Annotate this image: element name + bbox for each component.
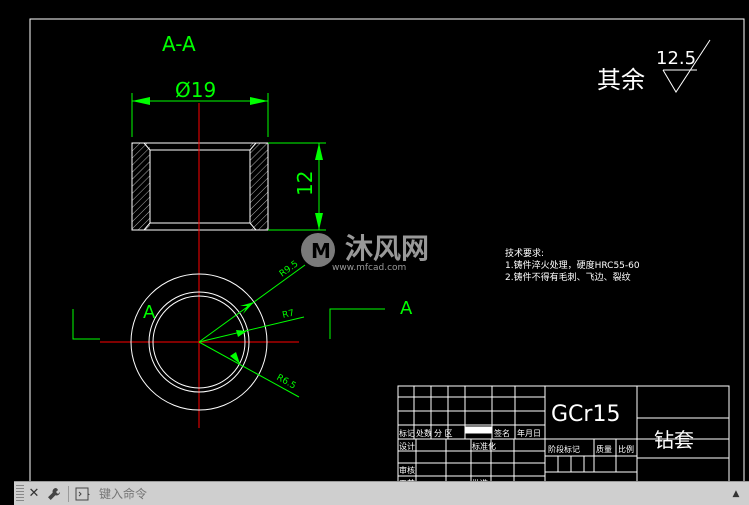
grip-handle[interactable] [16, 484, 24, 503]
tb-sheji: 设计 [399, 441, 415, 451]
watermark-url: www.mfcad.com [332, 263, 406, 273]
tb-biaoji: 标记 [399, 428, 415, 438]
tb-jieduan: 阶段标记 [548, 444, 580, 454]
surface-roughness: 其余 12.5 [597, 39, 711, 94]
tech-req-title: 技术要求: [505, 247, 544, 259]
material-label: GCr15 [551, 402, 620, 427]
section-title: A-A [162, 32, 196, 56]
tech-req-line2: 2.铸件不得有毛刺、飞边、裂纹 [505, 271, 631, 283]
roughness-value: 12.5 [656, 48, 696, 69]
tb-qianming: 签名 [494, 428, 510, 438]
tb-zhiliang: 质量 [596, 444, 612, 454]
diameter-dimension: Ø19 [131, 78, 269, 137]
command-line-bar: ✕ ▲ [14, 481, 749, 505]
command-prompt-icon[interactable] [73, 484, 93, 504]
height-dimension: 12 [268, 142, 326, 231]
expand-arrow-icon[interactable]: ▲ [729, 487, 743, 501]
part-name: 钻套 [654, 428, 694, 452]
roughness-prefix: 其余 [597, 66, 645, 94]
tb-chushu: 处数 [416, 428, 432, 438]
tb-shenhe: 审核 [399, 465, 415, 475]
close-icon[interactable]: ✕ [24, 484, 44, 504]
tech-req-line1: 1.铸件淬火处理，硬度HRC55-60 [505, 259, 640, 271]
tb-nianyueri: 年月日 [517, 428, 541, 438]
height-label: 12 [293, 171, 317, 196]
technical-requirements: 技术要求: 1.铸件淬火处理，硬度HRC55-60 2.铸件不得有毛刺、飞边、裂… [505, 247, 640, 283]
section-mark-right: A [400, 298, 413, 319]
tb-fenqu: 分 区 [434, 429, 453, 438]
watermark-text: 沐风网 [345, 232, 429, 265]
title-block-text: 标记 处数 分 区 签名 年月日 设计 标准化 阶段标记 质量 比例 审核 工艺… [399, 428, 634, 488]
section-view [131, 142, 269, 231]
wrench-icon[interactable] [44, 484, 64, 504]
separator [68, 485, 69, 502]
diameter-label: Ø19 [175, 78, 216, 102]
radius-leaders: R9.5 R7 R6.5 [198, 259, 306, 398]
watermark: M 沐风网 www.mfcad.com [301, 232, 429, 273]
svg-text:M: M [311, 239, 331, 263]
cad-drawing-canvas[interactable]: A-A Ø19 12 R9.5 R7 R6.5 A A 其余 12.5 M 沐风… [0, 0, 749, 505]
command-input[interactable] [93, 483, 729, 504]
radius-label-3: R6.5 [275, 373, 298, 392]
tb-biaozhunhua: 标准化 [472, 441, 496, 451]
tb-bili: 比例 [618, 444, 634, 454]
section-mark-left: A [143, 302, 156, 323]
